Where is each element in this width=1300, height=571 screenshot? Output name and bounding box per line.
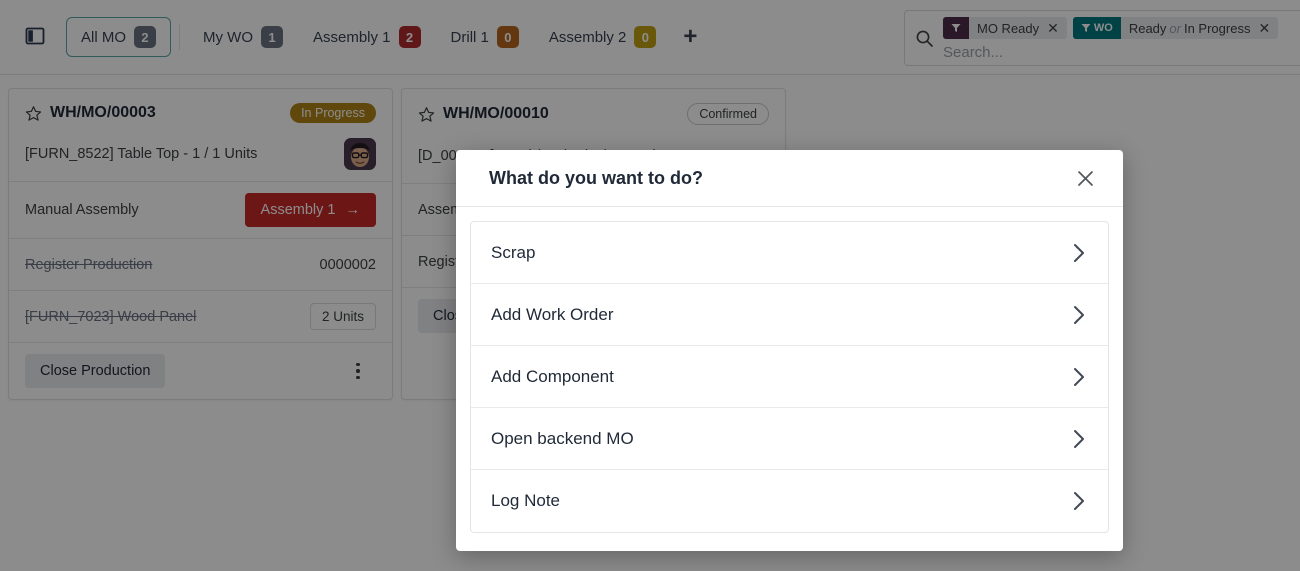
action-item-label: Open backend MO (491, 428, 634, 448)
chevron-right-icon (1072, 490, 1086, 512)
page-root: All MO 2 My WO 1 Assembly 1 2 Drill 1 0 Assembly… (0, 0, 1300, 571)
action-item-label: Add Work Order (491, 304, 614, 324)
chevron-right-icon (1072, 304, 1086, 326)
modal-title: What do you want to do? (489, 167, 703, 188)
action-item-add-work-order[interactable]: Add Work Order (471, 284, 1108, 346)
chevron-right-icon (1072, 428, 1086, 450)
action-item-add-component[interactable]: Add Component (471, 346, 1108, 408)
action-item-scrap[interactable]: Scrap (471, 222, 1108, 284)
action-item-log-note[interactable]: Log Note (471, 470, 1108, 532)
modal-header: What do you want to do? (456, 150, 1123, 207)
action-list: Scrap Add Work Order Add Component Open bac… (470, 221, 1109, 533)
action-item-label: Log Note (491, 491, 560, 510)
chevron-right-icon (1072, 242, 1086, 264)
chevron-right-icon (1072, 366, 1086, 388)
modal-body: Scrap Add Work Order Add Component Open bac… (456, 207, 1123, 551)
action-item-label: Add Component (491, 366, 614, 386)
close-icon[interactable] (1071, 164, 1099, 192)
action-item-open-backend-mo[interactable]: Open backend MO (471, 408, 1108, 470)
action-item-label: Scrap (491, 242, 536, 262)
what-to-do-modal: What do you want to do? Scrap Add Work Or… (456, 150, 1123, 551)
